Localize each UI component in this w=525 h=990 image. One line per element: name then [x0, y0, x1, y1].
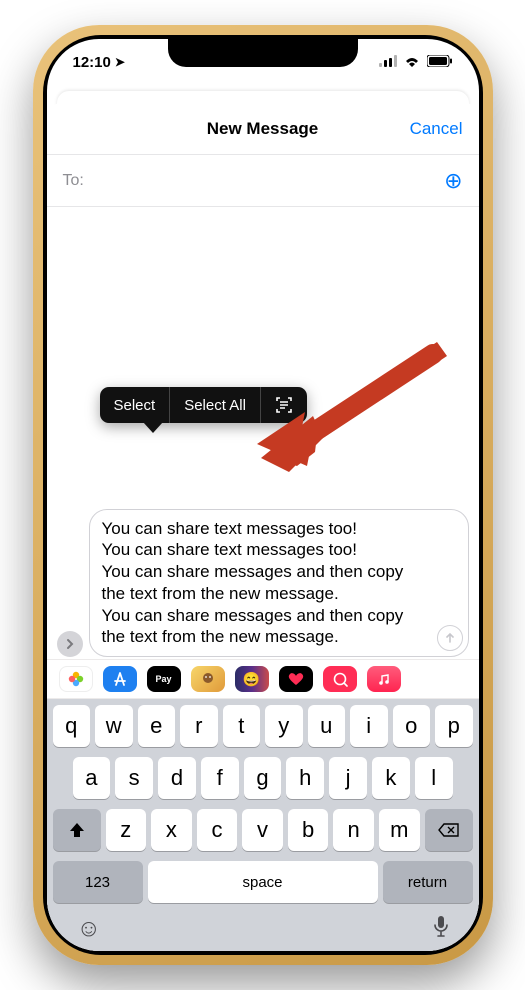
- key-p[interactable]: p: [435, 705, 473, 747]
- compose-sheet: New Message Cancel To: ⊕ Select Select A…: [47, 103, 479, 951]
- message-input[interactable]: You can share text messages too! You can…: [89, 509, 469, 658]
- delete-key[interactable]: [425, 809, 473, 851]
- key-d[interactable]: d: [158, 757, 196, 799]
- key-y[interactable]: y: [265, 705, 303, 747]
- music-app-icon[interactable]: [367, 666, 401, 692]
- key-l[interactable]: l: [415, 757, 453, 799]
- stickers-app-icon[interactable]: 😄: [235, 666, 269, 692]
- shift-key[interactable]: [53, 809, 101, 851]
- space-key[interactable]: space: [148, 861, 378, 903]
- expand-apps-button[interactable]: [57, 631, 83, 657]
- kb-row-5: ☺: [51, 903, 475, 944]
- numbers-key[interactable]: 123: [53, 861, 143, 903]
- memoji-app-icon[interactable]: [191, 666, 225, 692]
- screen: 12:10 ➤: [47, 39, 479, 951]
- dictation-key[interactable]: [433, 915, 449, 944]
- key-k[interactable]: k: [372, 757, 410, 799]
- to-label: To:: [63, 172, 84, 190]
- message-text: You can share text messages too! You can…: [102, 518, 456, 649]
- digital-touch-app-icon[interactable]: [279, 666, 313, 692]
- kb-row-1: qwertyuiop: [51, 705, 475, 747]
- key-q[interactable]: q: [53, 705, 91, 747]
- key-r[interactable]: r: [180, 705, 218, 747]
- text-context-menu: Select Select All: [100, 387, 307, 423]
- battery-icon: [427, 54, 453, 71]
- key-u[interactable]: u: [308, 705, 346, 747]
- key-h[interactable]: h: [286, 757, 324, 799]
- add-contact-button[interactable]: ⊕: [444, 168, 462, 194]
- to-field[interactable]: To: ⊕: [47, 155, 479, 207]
- photos-app-icon[interactable]: [59, 666, 93, 692]
- kb-row-4: 123 space return: [51, 861, 475, 903]
- appstore-app-icon[interactable]: [103, 666, 137, 692]
- key-o[interactable]: o: [393, 705, 431, 747]
- key-t[interactable]: t: [223, 705, 261, 747]
- menu-scan-text[interactable]: [261, 387, 307, 423]
- wifi-icon: [403, 54, 421, 71]
- key-f[interactable]: f: [201, 757, 239, 799]
- status-time: 12:10: [73, 54, 111, 71]
- kb-row-3: zxcvbnm: [51, 809, 475, 851]
- key-j[interactable]: j: [329, 757, 367, 799]
- menu-select-all[interactable]: Select All: [170, 387, 260, 423]
- key-z[interactable]: z: [106, 809, 147, 851]
- applepay-app-icon[interactable]: Pay: [147, 666, 181, 692]
- sheet-header: New Message Cancel: [47, 103, 479, 155]
- menu-pointer: [143, 422, 163, 433]
- menu-select[interactable]: Select: [100, 387, 170, 423]
- notch: [168, 39, 358, 67]
- key-a[interactable]: a: [73, 757, 111, 799]
- keyboard: qwertyuiop asdfghjkl zxcvbnm: [47, 699, 479, 951]
- phone-frame: 12:10 ➤: [33, 25, 493, 965]
- images-app-icon[interactable]: [323, 666, 357, 692]
- cancel-button[interactable]: Cancel: [410, 119, 463, 139]
- key-b[interactable]: b: [288, 809, 329, 851]
- key-e[interactable]: e: [138, 705, 176, 747]
- return-key[interactable]: return: [383, 861, 473, 903]
- send-button[interactable]: [437, 625, 463, 651]
- kb-row-2: asdfghjkl: [51, 757, 475, 799]
- emoji-key[interactable]: ☺: [77, 915, 102, 944]
- compose-row: You can share text messages too! You can…: [57, 509, 469, 658]
- key-s[interactable]: s: [115, 757, 153, 799]
- key-m[interactable]: m: [379, 809, 420, 851]
- imessage-app-strip: Pay 😄: [47, 659, 479, 699]
- cellular-icon: [379, 54, 397, 71]
- key-i[interactable]: i: [350, 705, 388, 747]
- key-n[interactable]: n: [333, 809, 374, 851]
- key-c[interactable]: c: [197, 809, 238, 851]
- page-title: New Message: [207, 119, 319, 139]
- key-v[interactable]: v: [242, 809, 283, 851]
- key-g[interactable]: g: [244, 757, 282, 799]
- location-icon: ➤: [115, 55, 125, 69]
- key-w[interactable]: w: [95, 705, 133, 747]
- key-x[interactable]: x: [151, 809, 192, 851]
